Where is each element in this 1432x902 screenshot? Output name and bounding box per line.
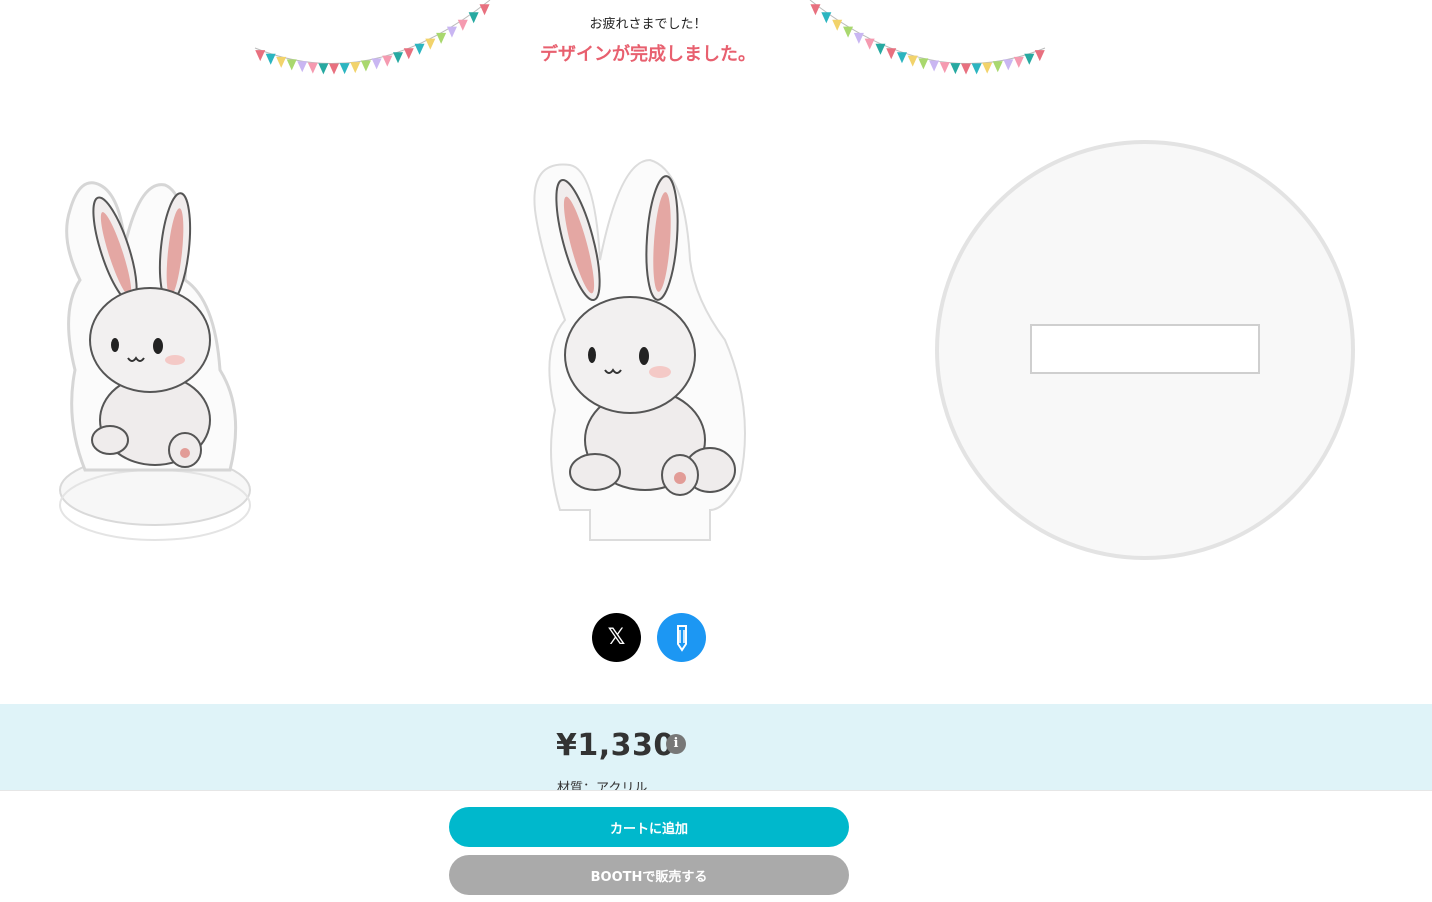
- info-icon[interactable]: i: [666, 734, 686, 754]
- stand-3d-preview: [59, 181, 251, 541]
- sell-on-booth-button[interactable]: BOOTHで販売する: [449, 855, 849, 895]
- share-x-button[interactable]: 𝕏: [592, 613, 641, 662]
- x-logo-icon: 𝕏: [607, 625, 626, 650]
- price-panel: ¥1,330 i 材質：アクリル: [0, 704, 1432, 796]
- bottom-action-bar: カートに追加 BOOTHで販売する: [0, 790, 1432, 902]
- add-to-cart-button[interactable]: カートに追加: [449, 807, 849, 847]
- stand-base-preview: [935, 140, 1355, 560]
- completion-subtitle: お疲れさまでした！: [589, 17, 707, 32]
- completion-title: デザインが完成しました。: [540, 44, 756, 65]
- pencil-icon: [676, 624, 687, 652]
- price-value: ¥1,330: [556, 728, 675, 763]
- edit-design-button[interactable]: [657, 613, 706, 662]
- stand-front-preview: [533, 158, 746, 541]
